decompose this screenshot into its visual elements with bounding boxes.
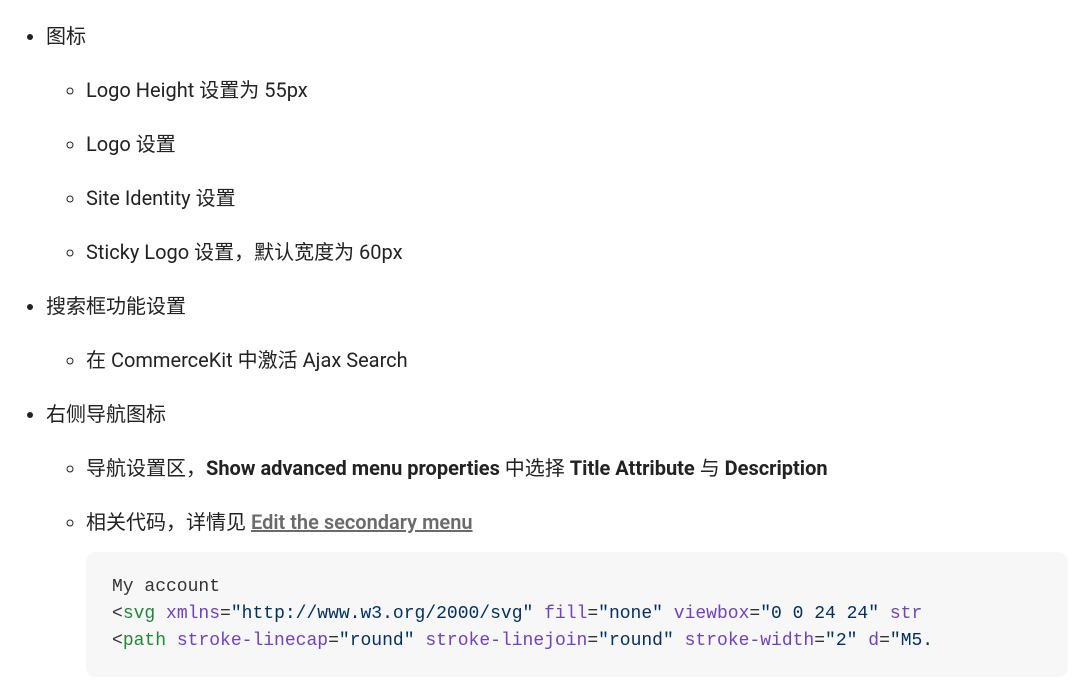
emphasis: Description [725,456,828,480]
code-space [155,604,166,624]
sub-list: 导航设置区，Show advanced menu properties 中选择 … [46,452,1068,677]
list-item: Logo 设置 [86,128,1068,160]
list-item: 右侧导航图标 导航设置区，Show advanced menu properti… [46,398,1068,677]
item-label: Site Identity 设置 [86,186,236,210]
code-attr: str [890,604,922,624]
code-punct: = [587,631,598,651]
item-label: Logo Height 设置为 55px [86,78,308,102]
item-label: 右侧导航图标 [46,402,166,426]
list-item: 搜索框功能设置 在 CommerceKit 中激活 Ajax Search [46,290,1068,376]
list-item: Site Identity 设置 [86,182,1068,214]
code-punct: < [112,604,123,624]
sub-list: Logo Height 设置为 55px Logo 设置 Site Identi… [46,74,1068,268]
code-block: My account <svg xmlns="http://www.w3.org… [86,552,1068,677]
item-label: 搜索框功能设置 [46,294,186,318]
text-run: 导航设置区， [86,456,206,480]
code-tag: path [123,631,166,651]
sub-list: 在 CommerceKit 中激活 Ajax Search [46,344,1068,376]
code-punct: = [814,631,825,651]
code-punct: = [587,604,598,624]
code-attr: stroke-linecap [177,631,328,651]
code-attr: d [868,631,879,651]
text-run: 与 [695,456,725,480]
list-item: 相关代码，详情见 Edit the secondary menu My acco… [86,506,1068,677]
code-string: "http://www.w3.org/2000/svg" [231,604,533,624]
item-label: Sticky Logo 设置，默认宽度为 60px [86,240,403,264]
code-tag: svg [123,604,155,624]
emphasis: Show advanced menu properties [206,456,500,480]
doc-list: 图标 Logo Height 设置为 55px Logo 设置 Site Ide… [12,20,1068,677]
code-attr: stroke-linejoin [425,631,587,651]
code-attr: stroke-width [685,631,815,651]
code-string: "round" [598,631,674,651]
item-label: 在 CommerceKit 中激活 Ajax Search [86,348,408,372]
code-string: "none" [598,604,663,624]
item-label: 图标 [46,24,86,48]
edit-secondary-menu-link[interactable]: Edit the secondary menu [251,510,473,534]
code-string: "M5. [890,631,933,651]
list-item: 导航设置区，Show advanced menu properties 中选择 … [86,452,1068,484]
code-punct: = [879,631,890,651]
item-label: Logo 设置 [86,132,176,156]
code-text: My account [112,577,220,597]
code-string: "round" [339,631,415,651]
code-attr: viewbox [674,604,750,624]
emphasis: Title Attribute [570,456,695,480]
code-string: "0 0 24 24" [760,604,879,624]
code-attr: fill [544,604,587,624]
code-punct: = [220,604,231,624]
list-item: Sticky Logo 设置，默认宽度为 60px [86,236,1068,268]
list-item: Logo Height 设置为 55px [86,74,1068,106]
code-attr: xmlns [166,604,220,624]
code-string: "2" [825,631,857,651]
text-run: 中选择 [500,456,570,480]
list-item: 图标 Logo Height 设置为 55px Logo 设置 Site Ide… [46,20,1068,268]
code-punct: < [112,631,123,651]
code-punct: = [328,631,339,651]
text-run: 相关代码，详情见 [86,510,251,534]
list-item: 在 CommerceKit 中激活 Ajax Search [86,344,1068,376]
code-punct: = [749,604,760,624]
